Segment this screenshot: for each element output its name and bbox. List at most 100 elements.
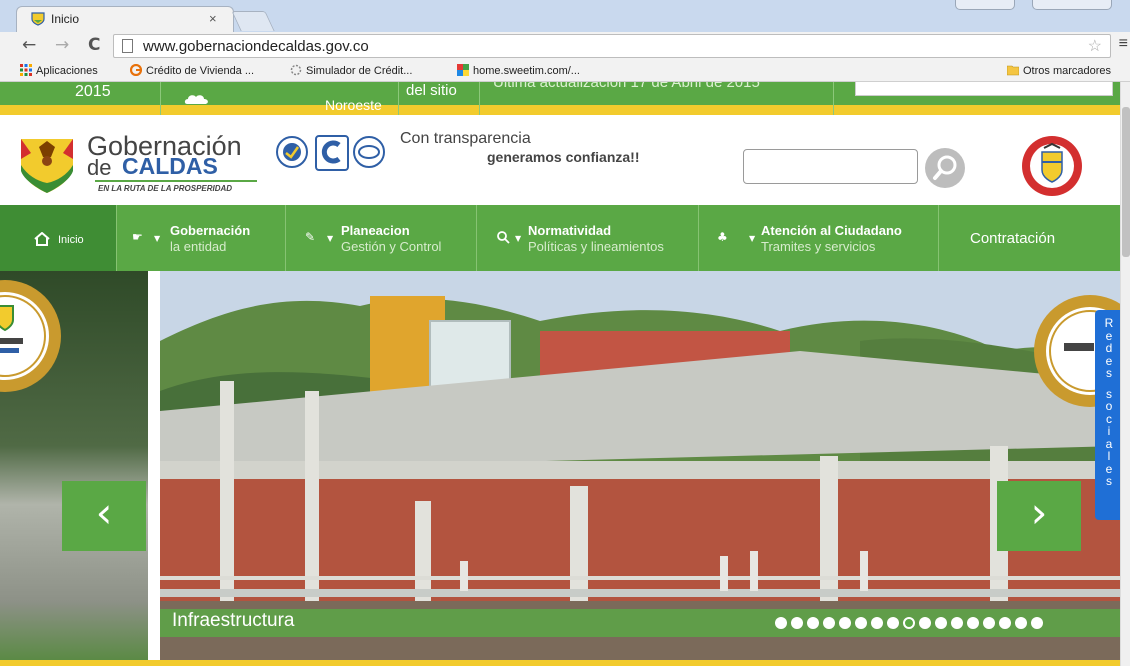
bookmarks-bar: Aplicaciones Crédito de Vivienda ... Sim… bbox=[0, 60, 1130, 82]
nav-label: Contratación bbox=[970, 230, 1056, 247]
cloud-weather-icon bbox=[184, 95, 208, 104]
new-tab-button[interactable] bbox=[231, 11, 275, 31]
certification-badge-icon bbox=[276, 136, 308, 168]
browser-tabstrip: Inicio × bbox=[0, 0, 1130, 32]
page-icon bbox=[122, 39, 133, 53]
tab-close-button[interactable]: × bbox=[209, 11, 217, 26]
divider bbox=[398, 82, 399, 115]
logo-underline bbox=[95, 180, 257, 182]
wind-direction-text: Noroeste bbox=[325, 97, 382, 113]
slider-dot[interactable] bbox=[967, 617, 979, 629]
apps-grid-icon bbox=[20, 64, 32, 76]
search-button[interactable] bbox=[925, 148, 965, 188]
nav-label: Inicio bbox=[58, 234, 84, 246]
site-visits-label: del sitio bbox=[406, 82, 457, 99]
bookmark-credito[interactable]: Crédito de Vivienda ... bbox=[130, 64, 254, 77]
slogan-line1: Con transparencia bbox=[400, 130, 531, 147]
page-scrollbar[interactable] bbox=[1120, 82, 1130, 666]
slider-pagination bbox=[775, 616, 1047, 630]
slide-caption: Infraestructura bbox=[172, 610, 295, 631]
logo-title-de: de bbox=[87, 155, 112, 180]
slider-dot[interactable] bbox=[871, 617, 883, 629]
bookmark-label: home.sweetim.com/... bbox=[473, 65, 580, 77]
scrollbar-thumb[interactable] bbox=[1122, 107, 1130, 257]
slider-dot[interactable] bbox=[935, 617, 947, 629]
main-navigation: Inicio ☛ ▼ Gobernación la entidad ✎ ▼ Pl… bbox=[0, 205, 1120, 271]
ntc-certification-icon bbox=[353, 136, 385, 168]
minimize-button[interactable] bbox=[955, 0, 1015, 10]
chevron-down-icon: ▼ bbox=[327, 234, 334, 243]
slider-dot[interactable] bbox=[807, 617, 819, 629]
divider bbox=[833, 82, 834, 115]
slogan-line2: generamos confianza!! bbox=[487, 149, 640, 165]
nav-item-normatividad[interactable]: ▼ Normatividad Políticas y lineamientos bbox=[477, 205, 699, 271]
chevron-down-icon: ▼ bbox=[749, 234, 756, 243]
social-networks-tab[interactable]: Redes sociales bbox=[1095, 310, 1120, 520]
nav-label: Planeacion bbox=[341, 223, 410, 238]
quality-seal-image bbox=[0, 280, 61, 392]
bookmark-apps[interactable]: Aplicaciones bbox=[20, 64, 98, 77]
bookmark-label: Crédito de Vivienda ... bbox=[146, 65, 255, 77]
nav-sublabel: Políticas y lineamientos bbox=[528, 239, 664, 254]
address-bar[interactable]: www.gobernaciondecaldas.gov.co ☆ bbox=[113, 34, 1111, 58]
last-update-text: Última actualización 17 de Abril de 2015 bbox=[493, 82, 760, 91]
browser-tab[interactable]: Inicio × bbox=[16, 6, 234, 32]
slider-dot[interactable] bbox=[839, 617, 851, 629]
gobernacion-shield-logo[interactable] bbox=[17, 135, 77, 195]
nav-item-gobernacion[interactable]: ☛ ▼ Gobernación la entidad bbox=[117, 205, 286, 271]
back-button[interactable]: ← bbox=[22, 35, 36, 55]
hand-icon: ☛ bbox=[132, 230, 143, 244]
colombia-coat-of-arms-logo[interactable] bbox=[1014, 134, 1090, 198]
bookmark-label: Aplicaciones bbox=[36, 65, 98, 77]
nav-label: Atención al Ciudadano bbox=[761, 223, 902, 238]
search-input[interactable] bbox=[743, 149, 918, 184]
slider-dot[interactable] bbox=[983, 617, 995, 629]
top-info-bar: 2015 Noroeste del sitio Última actualiza… bbox=[0, 82, 1130, 115]
tab-title: Inicio bbox=[51, 12, 80, 26]
slider-dot[interactable] bbox=[823, 617, 835, 629]
slider-dot[interactable] bbox=[855, 617, 867, 629]
slide-divider bbox=[148, 271, 160, 660]
chevron-down-icon: ▼ bbox=[154, 234, 161, 243]
site-header: Gobernación de CALDAS EN LA RUTA DE LA P… bbox=[0, 125, 1130, 205]
slider-dot[interactable] bbox=[1031, 617, 1043, 629]
slider-dot[interactable] bbox=[903, 617, 915, 629]
slider-prev-button[interactable]: ‹ bbox=[62, 481, 146, 551]
nav-item-planeacion[interactable]: ✎ ▼ Planeacion Gestión y Control bbox=[286, 205, 477, 271]
people-icon: ♣ bbox=[717, 230, 728, 244]
bookmark-star-icon[interactable]: ☆ bbox=[1088, 36, 1102, 56]
google-g-icon bbox=[130, 64, 142, 76]
browser-menu-icon[interactable]: ≡ bbox=[1119, 35, 1128, 53]
nav-label: Gobernación bbox=[170, 223, 251, 238]
chevron-down-icon: ▼ bbox=[515, 234, 522, 243]
slider-dot[interactable] bbox=[951, 617, 963, 629]
bookmark-simulador[interactable]: Simulador de Crédit... bbox=[290, 64, 412, 77]
slider-dot[interactable] bbox=[887, 617, 899, 629]
forward-button[interactable]: → bbox=[55, 35, 69, 55]
logo-title-caldas: CALDAS bbox=[122, 153, 218, 179]
previous-slide-preview bbox=[0, 271, 148, 660]
slider-next-button[interactable]: › bbox=[997, 481, 1081, 551]
slider-dot[interactable] bbox=[999, 617, 1011, 629]
folder-icon bbox=[1007, 65, 1019, 76]
divider bbox=[479, 82, 480, 115]
other-bookmarks[interactable]: Otros marcadores bbox=[1007, 64, 1111, 77]
sweetim-icon bbox=[457, 64, 469, 76]
slider-dot[interactable] bbox=[775, 617, 787, 629]
favicon-shield-icon bbox=[31, 12, 45, 26]
nav-item-contratacion[interactable]: Contratación bbox=[939, 205, 1120, 271]
url-text[interactable]: www.gobernaciondecaldas.gov.co bbox=[143, 38, 369, 55]
maximize-button[interactable] bbox=[1032, 0, 1112, 10]
slider-dot[interactable] bbox=[791, 617, 803, 629]
nav-item-atencion[interactable]: ♣ ▼ Atención al Ciudadano Tramites y ser… bbox=[699, 205, 939, 271]
nav-sublabel: la entidad bbox=[170, 239, 227, 254]
topbar-field[interactable] bbox=[855, 82, 1113, 96]
logo-tagline: EN LA RUTA DE LA PROSPERIDAD bbox=[98, 184, 233, 193]
bookmark-label: Otros marcadores bbox=[1023, 65, 1112, 77]
reload-button[interactable]: C bbox=[88, 35, 100, 55]
slider-dot[interactable] bbox=[1015, 617, 1027, 629]
slider-dot[interactable] bbox=[919, 617, 931, 629]
nav-sublabel: Gestión y Control bbox=[341, 239, 442, 254]
bookmark-sweetim[interactable]: home.sweetim.com/... bbox=[457, 64, 580, 77]
nav-item-inicio[interactable]: Inicio bbox=[0, 205, 117, 271]
